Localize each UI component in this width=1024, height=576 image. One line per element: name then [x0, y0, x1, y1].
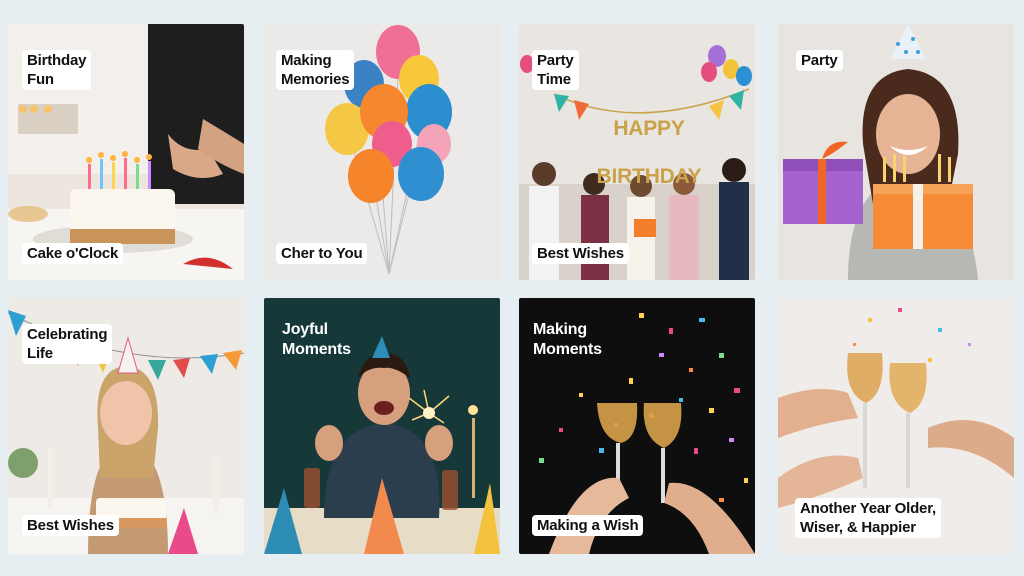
tile-bottom-caption: Best Wishes — [22, 515, 119, 536]
tile-bottom-caption: Making a Wish — [532, 515, 644, 536]
photo-tile-balloons[interactable]: Making Memories Cher to You — [264, 24, 500, 280]
photo-tile-group-party[interactable]: HAPPY BIRTHDAY Party Time Best Wishes — [519, 24, 755, 280]
photo-tile-cake-cutting[interactable]: Birthday Fun Cake o'Clock — [8, 24, 244, 280]
tile-top-caption: Making Memories — [276, 50, 355, 90]
tile-bottom-caption: Another Year Older, Wiser, & Happier — [795, 498, 941, 538]
tile-top-caption: Joyful Moments — [282, 321, 351, 358]
tile-bottom-caption: Cake o'Clock — [22, 243, 124, 264]
tile-top-caption: Birthday Fun — [22, 50, 92, 90]
banner-text-birthday: BIRTHDAY — [596, 165, 702, 188]
photo-tile-sparklers[interactable]: Joyful Moments — [264, 298, 500, 554]
tile-top-caption: Making Moments — [533, 321, 602, 358]
tile-top-caption: Celebrating Life — [22, 324, 113, 364]
tile-top-caption: Party Time — [532, 50, 579, 90]
photo-tile-champagne[interactable]: Another Year Older, Wiser, & Happier — [778, 298, 1014, 554]
banner-text-happy: HAPPY — [613, 117, 685, 140]
photo-tile-confetti[interactable]: Making Moments Making a Wish — [519, 298, 755, 554]
tile-top-caption: Party — [796, 50, 843, 71]
tile-bottom-caption: Cher to You — [276, 243, 368, 264]
tile-bottom-caption: Best Wishes — [532, 243, 629, 264]
photo-tile-gifts[interactable]: Party — [778, 24, 1014, 280]
photo-collage-grid: Birthday Fun Cake o'Clock Making Memorie… — [0, 0, 1024, 576]
happy-birthday-banner: HAPPY BIRTHDAY — [589, 93, 709, 213]
photo-tile-bunting[interactable]: Celebrating Life Best Wishes — [8, 298, 244, 554]
